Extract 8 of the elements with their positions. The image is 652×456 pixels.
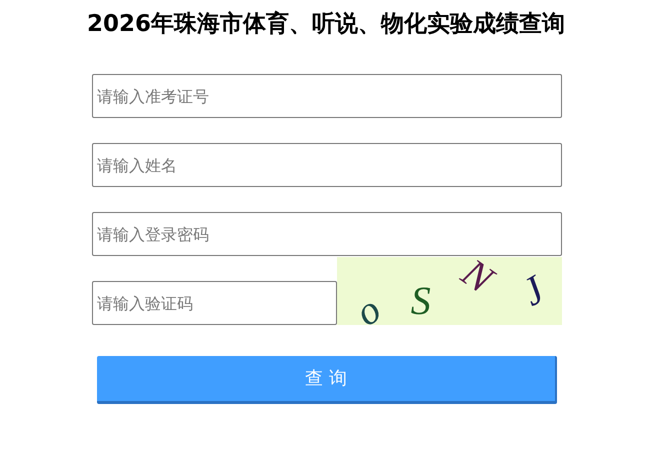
text-input-field[interactable]: 请输入准考证号 <box>92 74 562 118</box>
captcha-input-field[interactable]: 请输入验证码 <box>92 281 337 325</box>
page-title: 2026年珠海市体育、听说、物化实验成绩查询 <box>86 10 566 39</box>
captcha-character: J <box>514 269 550 313</box>
text-input-field[interactable]: 请输入登录密码 <box>92 212 562 256</box>
captcha-image[interactable]: o S N J <box>337 257 562 325</box>
text-input-field[interactable]: 请输入姓名 <box>92 143 562 187</box>
captcha-character: S <box>410 281 431 321</box>
